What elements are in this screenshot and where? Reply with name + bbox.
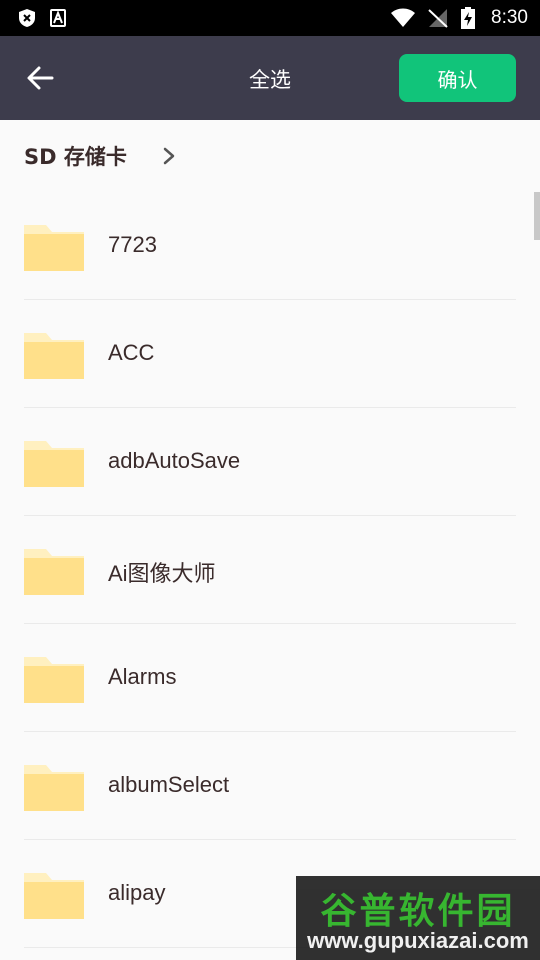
folder-name: alipay bbox=[108, 880, 166, 905]
folder-name: Ai图像大师 bbox=[108, 561, 216, 586]
folder-name: 7723 bbox=[108, 232, 157, 257]
breadcrumb-label: SD 存储卡 bbox=[24, 145, 127, 169]
status-bar: 8:30 bbox=[0, 0, 540, 36]
folder-item[interactable]: Alarms bbox=[0, 624, 540, 732]
confirm-button[interactable]: 确认 bbox=[399, 54, 516, 102]
no-signal-icon bbox=[428, 9, 448, 28]
folder-item[interactable]: 7723 bbox=[0, 192, 540, 300]
watermark: 谷普软件园 www.gupuxiazai.com bbox=[296, 876, 540, 960]
wifi-icon bbox=[391, 8, 416, 27]
folder-icon bbox=[24, 549, 84, 595]
folder-icon bbox=[24, 657, 84, 703]
folder-name: ACC bbox=[108, 340, 155, 365]
folder-name: Alarms bbox=[108, 664, 177, 689]
folder-item[interactable]: albumSelect bbox=[0, 732, 540, 840]
folder-icon bbox=[24, 873, 84, 919]
folder-item[interactable]: adbAutoSave bbox=[0, 408, 540, 516]
folder-item[interactable]: ACC bbox=[0, 300, 540, 408]
folder-name: adbAutoSave bbox=[108, 448, 241, 473]
folder-list: 7723 ACC adbAutoSave Ai图像大师 Alarms albumSelec… bbox=[0, 192, 540, 948]
watermark-title: 谷普软件园 bbox=[320, 891, 516, 932]
status-time: 8:30 bbox=[491, 7, 528, 28]
folder-icon bbox=[24, 765, 84, 811]
watermark-url: www.gupuxiazai.com bbox=[307, 928, 529, 953]
scrollbar[interactable] bbox=[534, 192, 540, 240]
folder-icon bbox=[24, 333, 84, 379]
folder-icon bbox=[24, 441, 84, 487]
shield-icon bbox=[19, 9, 35, 27]
folder-icon bbox=[24, 225, 84, 271]
accessibility-icon bbox=[50, 9, 66, 27]
toolbar: 全选 确认 bbox=[0, 36, 540, 120]
confirm-label: 确认 bbox=[437, 67, 478, 92]
select-all-button[interactable] bbox=[262, 56, 358, 100]
chevron-right-icon bbox=[163, 147, 175, 165]
battery-charging-icon bbox=[461, 7, 476, 29]
folder-item[interactable]: Ai图像大师 bbox=[0, 516, 540, 624]
folder-name: albumSelect bbox=[108, 772, 230, 797]
breadcrumb[interactable]: SD 存储卡 bbox=[0, 120, 540, 192]
